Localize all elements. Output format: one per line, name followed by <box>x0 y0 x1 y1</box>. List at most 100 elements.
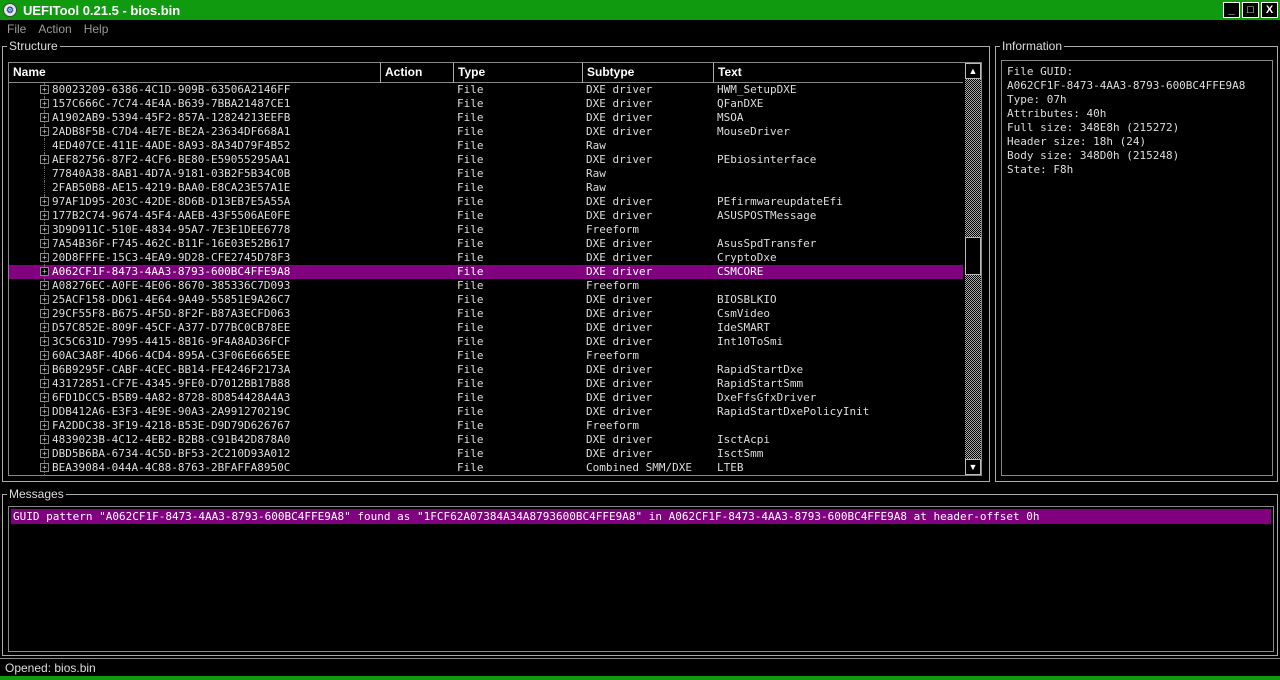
scrollbar-thumb[interactable] <box>965 237 981 275</box>
row-subtype: DXE driver <box>586 153 653 166</box>
row-action <box>381 405 454 419</box>
app-icon[interactable]: ⚙ <box>3 3 17 17</box>
menu-file[interactable]: File <box>7 22 26 36</box>
tree-row[interactable]: +60AC3A8F-4D66-4CD4-895A-C3F06E6665EE Fil… <box>9 349 963 363</box>
row-action <box>381 139 454 153</box>
information-panel[interactable]: File GUID: A062CF1F-8473-4AA3-8793-600BC4… <box>1001 60 1273 476</box>
column-type[interactable]: Type <box>454 63 583 83</box>
plus-expander-icon[interactable]: + <box>40 295 49 304</box>
plus-expander-icon[interactable]: + <box>40 435 49 444</box>
plus-expander-icon[interactable]: + <box>40 337 49 346</box>
tree-row[interactable]: + A1902AB9-5394-45F2-857A-12824213EEFB Fil… <box>9 111 963 125</box>
plus-expander-icon[interactable]: + <box>40 225 49 234</box>
plus-expander-icon[interactable]: + <box>40 267 49 276</box>
tree-row[interactable]: 4ED407CE-411E-4ADE-8A93-8A34D79F4B52 File… <box>9 139 963 153</box>
column-name[interactable]: Name <box>9 63 381 83</box>
tree-row[interactable]: + DDB412A6-E3F3-4E9E-90A3-2A991270219C Fil… <box>9 405 963 419</box>
row-name: + A062CF1F-8473-4AA3-8793-600BC4FFE9A8 <box>9 265 381 279</box>
row-guid: DBD5B6BA-6734-4C5D-BF53-2C210D93A012 <box>52 447 291 460</box>
plus-expander-icon[interactable]: + <box>40 127 49 136</box>
tree-row[interactable]: +157C666C-7C74-4E4A-B639-7BBA21487CE1 Fil… <box>9 97 963 111</box>
menu-action[interactable]: Action <box>38 22 71 36</box>
row-text: CSMCORE <box>717 265 764 278</box>
row-name: +60AC3A8F-4D66-4CD4-895A-C3F06E6665EE <box>9 349 381 363</box>
messages-list[interactable]: GUID pattern "A062CF1F-8473-4AA3-8793-60… <box>8 506 1274 652</box>
plus-expander-icon[interactable]: + <box>40 85 49 94</box>
message-line[interactable]: GUID pattern "A062CF1F-8473-4AA3-8793-60… <box>11 509 1271 524</box>
structure-tree[interactable]: Name Action Type Subtype Text +80023209-… <box>8 62 982 476</box>
plus-expander-icon[interactable]: + <box>40 309 49 318</box>
tree-row[interactable]: +20D8FFFE-15C3-4EA9-9D28-CFE2745D78F3 Fil… <box>9 251 963 265</box>
row-guid: 2FAB50B8-AE15-4219-BAA0-E8CA23E57A1E <box>52 181 291 194</box>
plus-expander-icon[interactable]: + <box>40 407 49 416</box>
row-action <box>381 111 454 125</box>
minimize-button[interactable]: _ <box>1223 2 1240 18</box>
plus-expander-icon[interactable]: + <box>40 253 49 262</box>
row-action <box>381 335 454 349</box>
plus-expander-icon[interactable]: + <box>40 239 49 248</box>
row-text <box>714 419 717 433</box>
tree-row[interactable]: + A08276EC-A0FE-4E06-8670-385336C7D093 Fil… <box>9 279 963 293</box>
plus-expander-icon[interactable]: + <box>40 449 49 458</box>
tree-vertical-scrollbar[interactable]: ▲ ▼ <box>965 63 981 475</box>
plus-expander-icon[interactable]: + <box>40 113 49 122</box>
info-line: File GUID: <box>1007 65 1074 78</box>
row-type: File <box>457 335 484 348</box>
column-action[interactable]: Action <box>381 63 454 83</box>
tree-row[interactable]: +6FD1DCC5-B5B9-4A82-8728-8D854428A4A3 Fil… <box>9 391 963 405</box>
row-name: +6FD1DCC5-B5B9-4A82-8728-8D854428A4A3 <box>9 391 381 405</box>
row-text: PEbiosinterface <box>717 153 817 166</box>
plus-expander-icon[interactable]: + <box>40 155 49 164</box>
tree-row[interactable]: +25ACF158-DD61-4E64-9A49-55851E9A26C7 Fil… <box>9 293 963 307</box>
row-text <box>714 139 717 153</box>
row-type: File <box>457 153 484 166</box>
row-name: +43172851-CF7E-4345-9FE0-D7012BB17B88 <box>9 377 381 391</box>
tree-row[interactable]: + BEA39084-044A-4C88-8763-2BFAFFA8950C Fil… <box>9 461 963 475</box>
tree-row[interactable]: +3C5C631D-7995-4415-8B16-9F4A8AD36FCF Fil… <box>9 335 963 349</box>
plus-expander-icon[interactable]: + <box>40 211 49 220</box>
maximize-button[interactable]: □ <box>1242 2 1259 18</box>
tree-row[interactable]: + AEF82756-87F2-4CF6-BE80-E59055295AA1 Fil… <box>9 153 963 167</box>
row-guid: 177B2C74-9674-45F4-AAEB-43F5506AE0FE <box>52 209 291 222</box>
tree-row[interactable]: +29CF55F8-B675-4F5D-8F2F-B87A3ECFD063 Fil… <box>9 307 963 321</box>
tree-row[interactable]: +7A54B36F-F745-462C-B11F-16E03E52B617 Fil… <box>9 237 963 251</box>
plus-expander-icon[interactable]: + <box>40 281 49 290</box>
plus-expander-icon[interactable]: + <box>40 379 49 388</box>
row-subtype: DXE driver <box>586 391 653 404</box>
plus-expander-icon[interactable]: + <box>40 463 49 472</box>
tree-row[interactable]: +80023209-6386-4C1D-909B-63506A2146FF Fil… <box>9 83 963 97</box>
plus-expander-icon[interactable]: + <box>40 351 49 360</box>
arrow-down-icon[interactable]: ▼ <box>965 459 981 475</box>
tree-row[interactable]: +2ADB8F5B-C7D4-4E7E-BE2A-23634DF668A1 Fil… <box>9 125 963 139</box>
plus-expander-icon[interactable]: + <box>40 197 49 206</box>
row-guid: 4ED407CE-411E-4ADE-8A93-8A34D79F4B52 <box>52 139 291 152</box>
tree-row[interactable]: +3D9D911C-510E-4834-95A7-7E3E1DEE6778 Fil… <box>9 223 963 237</box>
column-text[interactable]: Text <box>714 63 963 83</box>
row-text: HWM_SetupDXE <box>717 83 797 96</box>
close-button[interactable]: X <box>1261 2 1278 18</box>
menu-help[interactable]: Help <box>84 22 109 36</box>
arrow-up-icon[interactable]: ▲ <box>965 63 981 79</box>
tree-row[interactable]: +97AF1D95-203C-42DE-8D6B-D13EB7E5A55A Fil… <box>9 195 963 209</box>
row-guid: 157C666C-7C74-4E4A-B639-7BBA21487CE1 <box>52 97 291 110</box>
column-subtype[interactable]: Subtype <box>583 63 714 83</box>
tree-row[interactable]: 2FAB50B8-AE15-4219-BAA0-E8CA23E57A1E File… <box>9 181 963 195</box>
tree-row[interactable]: + DBD5B6BA-6734-4C5D-BF53-2C210D93A012 Fil… <box>9 447 963 461</box>
tree-row[interactable]: + FA2DDC38-3F19-4218-B53E-D9D79D626767 Fil… <box>9 419 963 433</box>
tree-row[interactable]: + A062CF1F-8473-4AA3-8793-600BC4FFE9A8 Fil… <box>9 265 963 279</box>
tree-row[interactable]: +4839023B-4C12-4EB2-B2B8-C91B42D878A0 Fil… <box>9 433 963 447</box>
info-line: Attributes: 40h <box>1007 107 1107 120</box>
row-action <box>381 195 454 209</box>
tree-row[interactable]: + D57C852E-809F-45CF-A377-D77BC0CB78EE Fil… <box>9 321 963 335</box>
plus-expander-icon[interactable]: + <box>40 365 49 374</box>
plus-expander-icon[interactable]: + <box>40 99 49 108</box>
plus-expander-icon[interactable]: + <box>40 393 49 402</box>
plus-expander-icon[interactable]: + <box>40 421 49 430</box>
row-guid: BEA39084-044A-4C88-8763-2BFAFFA8950C <box>52 461 291 474</box>
tree-row[interactable]: 77840A38-8AB1-4D7A-9181-03B2F5B34C0B File… <box>9 167 963 181</box>
tree-row[interactable]: +177B2C74-9674-45F4-AAEB-43F5506AE0FE Fil… <box>9 209 963 223</box>
plus-expander-icon[interactable]: + <box>40 323 49 332</box>
tree-row[interactable]: +43172851-CF7E-4345-9FE0-D7012BB17B88 Fil… <box>9 377 963 391</box>
tree-row[interactable]: + B6B9295F-CABF-4CEC-BB14-FE4246F2173A Fil… <box>9 363 963 377</box>
title-bar: ⚙ UEFITool 0.21.5 - bios.bin _ □ X <box>0 0 1280 20</box>
